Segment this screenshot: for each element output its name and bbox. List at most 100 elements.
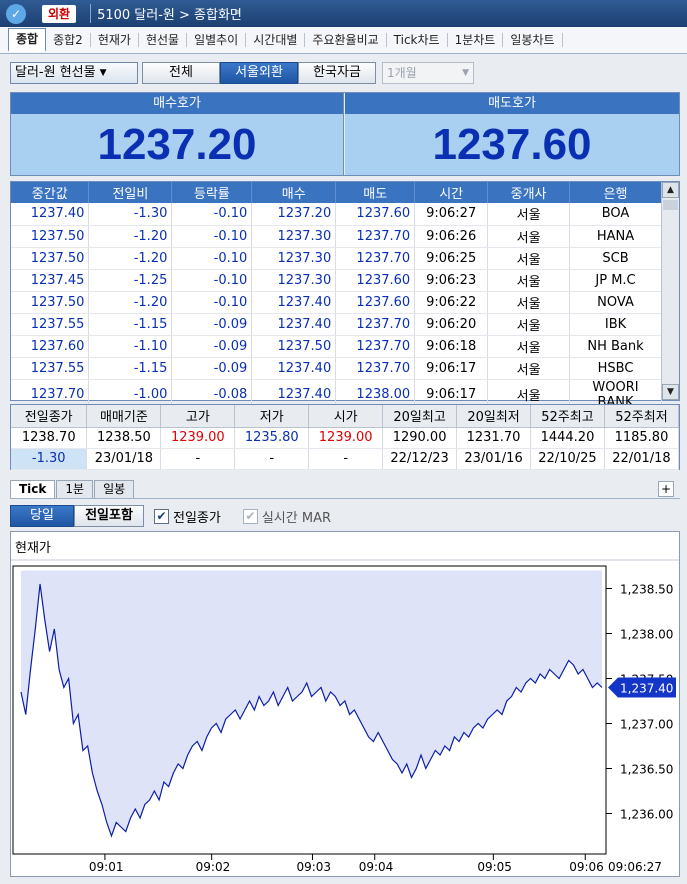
table-cell: -1.15 bbox=[88, 357, 173, 380]
table-row[interactable]: 1237.45 -1.25 -0.10 1237.30 1237.60 9:06:23 서울… bbox=[11, 269, 662, 292]
table-cell: 1237.20 bbox=[251, 203, 337, 226]
product-select[interactable]: 달러-원 현선물 ▼ bbox=[10, 62, 138, 84]
tab-current-price[interactable]: 현재가 bbox=[91, 33, 139, 47]
x-tick-label: 09:05 bbox=[477, 860, 512, 874]
table-cell: 서울 bbox=[487, 225, 571, 248]
table-cell: 1237.55 bbox=[11, 313, 90, 336]
prev-close-label: 전일종가 bbox=[173, 510, 221, 526]
table-row[interactable]: 1237.50 -1.20 -0.10 1237.40 1237.60 9:06:22 서울… bbox=[11, 291, 662, 314]
table-cell: 1237.40 bbox=[251, 291, 337, 314]
table-cell: 1237.70 bbox=[335, 225, 416, 248]
tab-minute-chart[interactable]: 1분차트 bbox=[448, 33, 504, 47]
grid-header[interactable]: 등락률 bbox=[171, 182, 253, 203]
filter-all-button[interactable]: 전체 bbox=[142, 62, 220, 84]
stats-value: 23/01/16 bbox=[456, 448, 531, 470]
table-cell: BOA bbox=[569, 203, 662, 226]
scroll-down-icon[interactable]: ▼ bbox=[662, 384, 679, 400]
stats-value: 1290.00 bbox=[382, 427, 458, 449]
tab-1min[interactable]: 1분 bbox=[56, 480, 94, 498]
grid-header[interactable]: 중개사 bbox=[487, 182, 571, 203]
y-tick-label: 1,236.50 bbox=[620, 763, 673, 777]
filter-korea-button[interactable]: 한국자금 bbox=[298, 62, 376, 84]
x-tick-label: 09:01 bbox=[89, 860, 124, 874]
table-row[interactable]: 1237.60 -1.10 -0.09 1237.50 1237.70 9:06:18 서울… bbox=[11, 335, 662, 358]
trade-table: 중간값 전일비 등락률 매수 매도 시간 중개사 은행 1237.40 -1.30 -0.10 12… bbox=[11, 182, 662, 411]
table-cell: 1237.70 bbox=[335, 335, 416, 358]
table-cell: -0.09 bbox=[171, 357, 253, 380]
scroll-up-icon[interactable]: ▲ bbox=[662, 182, 679, 198]
table-cell: 1237.60 bbox=[11, 335, 90, 358]
checkmark-icon: ✔ bbox=[154, 508, 169, 524]
tab-spot-futures[interactable]: 현선물 bbox=[139, 33, 188, 47]
tab-daily-chart[interactable]: 일봉차트 bbox=[503, 33, 563, 47]
stats-value: -1.30 bbox=[11, 448, 88, 470]
stats-value: 23/01/18 bbox=[86, 448, 162, 470]
tab-summary2[interactable]: 종합2 bbox=[46, 33, 91, 47]
bid-panel: 매수호가 1237.20 bbox=[11, 93, 344, 175]
table-cell: 1237.50 bbox=[11, 291, 90, 314]
stats-header: 전일종가 bbox=[11, 405, 88, 428]
chart-tabs: Tick 1분 일봉 + bbox=[10, 480, 680, 499]
grid-header[interactable]: 은행 bbox=[569, 182, 662, 203]
realtime-checkbox[interactable]: ✔ 실시간 MAR bbox=[242, 507, 331, 526]
today-button[interactable]: 당일 bbox=[10, 505, 74, 527]
tab-daily[interactable]: 일봉 bbox=[94, 480, 135, 498]
market-tag[interactable]: 외환 bbox=[42, 4, 77, 23]
grid-header[interactable]: 시간 bbox=[414, 182, 489, 203]
grid-header[interactable]: 전일비 bbox=[88, 182, 173, 203]
tab-tick-chart[interactable]: Tick차트 bbox=[387, 33, 448, 47]
table-cell: 9:06:20 bbox=[414, 313, 489, 336]
stats-value: 1239.00 bbox=[160, 427, 236, 449]
grid-header[interactable]: 매수 bbox=[251, 182, 337, 203]
table-row[interactable]: 1237.40 -1.30 -0.10 1237.20 1237.60 9:06:27 서울… bbox=[11, 203, 662, 226]
grid-header[interactable]: 중간값 bbox=[11, 182, 90, 203]
stats-value: 1238.70 bbox=[11, 427, 88, 449]
stats-value: - bbox=[160, 448, 236, 470]
table-cell: NH Bank bbox=[569, 335, 662, 358]
stats-value: 1444.20 bbox=[530, 427, 605, 449]
ask-label: 매도호가 bbox=[345, 93, 679, 114]
table-row[interactable]: 1237.50 -1.20 -0.10 1237.30 1237.70 9:06:25 서울… bbox=[11, 247, 662, 270]
filter-seoul-button[interactable]: 서울외환 bbox=[220, 62, 298, 84]
table-row[interactable]: 1237.55 -1.15 -0.09 1237.40 1237.70 9:06:20 서울… bbox=[11, 313, 662, 336]
grid-scrollbar[interactable]: ▲ ▼ bbox=[661, 182, 679, 400]
table-cell: -1.30 bbox=[88, 203, 173, 226]
scroll-thumb[interactable] bbox=[663, 200, 678, 210]
tab-by-time[interactable]: 시간대별 bbox=[246, 33, 306, 47]
table-cell: 1237.30 bbox=[251, 269, 337, 292]
screen-tabs: 종합 종합2 현재가 현선물 일별추이 시간대별 주요환율비교 Tick차트 1… bbox=[0, 27, 687, 54]
table-cell: -1.20 bbox=[88, 247, 173, 270]
table-cell: 1237.70 bbox=[335, 247, 416, 270]
table-cell: 1237.70 bbox=[335, 313, 416, 336]
table-row[interactable]: 1237.50 -1.20 -0.10 1237.30 1237.70 9:06:26 서울… bbox=[11, 225, 662, 248]
table-cell: -1.15 bbox=[88, 313, 173, 336]
tab-tick[interactable]: Tick bbox=[10, 480, 56, 498]
price-chart-svg: 현재가1,238.501,238.001,237.501,237.001,236… bbox=[11, 541, 679, 874]
table-cell: 서울 bbox=[487, 203, 571, 226]
table-cell: HANA bbox=[569, 225, 662, 248]
add-chart-icon[interactable]: + bbox=[658, 481, 674, 497]
table-row[interactable]: 1237.55 -1.15 -0.09 1237.40 1237.70 9:06:17 서울… bbox=[11, 357, 662, 380]
grid-header[interactable]: 매도 bbox=[335, 182, 416, 203]
table-cell: 9:06:22 bbox=[414, 291, 489, 314]
stats-header: 20일최저 bbox=[456, 405, 531, 428]
table-cell: -1.25 bbox=[88, 269, 173, 292]
stats-value: 1238.50 bbox=[86, 427, 162, 449]
tab-daily-trend[interactable]: 일별추이 bbox=[187, 33, 247, 47]
prev-close-checkbox[interactable]: ✔ 전일종가 bbox=[154, 507, 221, 526]
tab-fx-compare[interactable]: 주요환율비교 bbox=[305, 33, 387, 47]
stats-value: 1235.80 bbox=[234, 427, 310, 449]
controls-bar: 달러-원 현선물 ▼ 전체 서울외환 한국자금 1개월 ▼ bbox=[0, 56, 687, 90]
table-cell: 9:06:23 bbox=[414, 269, 489, 292]
price-chart[interactable]: 현재가1,238.501,238.001,237.501,237.001,236… bbox=[10, 531, 680, 877]
include-prev-button[interactable]: 전일포함 bbox=[74, 505, 144, 527]
table-cell: 1237.60 bbox=[335, 203, 416, 226]
x-tick-label: 09:03 bbox=[296, 860, 331, 874]
table-cell: 서울 bbox=[487, 269, 571, 292]
table-cell: -0.09 bbox=[171, 313, 253, 336]
table-cell: 1237.60 bbox=[335, 291, 416, 314]
y-tick-label: 1,236.00 bbox=[620, 808, 673, 822]
period-select[interactable]: 1개월 ▼ bbox=[382, 62, 474, 84]
tab-summary[interactable]: 종합 bbox=[8, 28, 47, 52]
table-cell: 9:06:26 bbox=[414, 225, 489, 248]
